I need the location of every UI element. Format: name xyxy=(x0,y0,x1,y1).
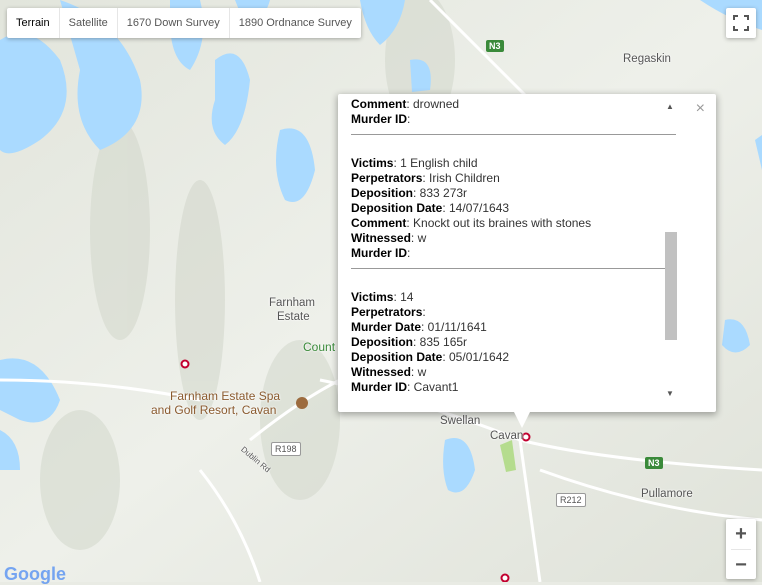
info-window-scrollbar[interactable]: ▲ ▼ xyxy=(664,102,677,398)
info-window: Comment: drowned Murder ID: Victims: 1 Eng… xyxy=(338,94,716,428)
road-shield-r198: R198 xyxy=(271,442,301,456)
record-line: Perpetrators: xyxy=(351,305,676,320)
record-line: Deposition Date: 05/01/1642 xyxy=(351,350,676,365)
place-label-regaskin: Regaskin xyxy=(623,53,671,65)
place-label-cavan: Cavan xyxy=(490,430,524,442)
scroll-up-icon[interactable]: ▲ xyxy=(666,102,674,111)
tab-terrain[interactable]: Terrain xyxy=(7,8,60,38)
map-type-control: Terrain Satellite 1670 Down Survey 1890 … xyxy=(7,8,361,38)
record-field-label: Witnessed xyxy=(351,365,411,379)
record-line: Comment: drowned xyxy=(351,97,676,112)
marker-1 xyxy=(180,359,190,369)
record-field-label: Murder ID xyxy=(351,380,408,394)
place-label-estate: Estate xyxy=(277,311,310,323)
record-field-value: : xyxy=(407,112,411,126)
place-label-farnham: Farnham xyxy=(269,297,316,309)
record-field-label: Comment xyxy=(351,216,407,230)
record-field-label: Perpetrators xyxy=(351,171,423,185)
tab-1890-ordnance-survey[interactable]: 1890 Ordnance Survey xyxy=(230,8,361,38)
record-field-label: Deposition xyxy=(351,186,413,200)
zoom-control: + − xyxy=(726,519,756,579)
record-field-label: Deposition Date xyxy=(351,350,443,364)
zoom-in-button[interactable]: + xyxy=(726,519,756,549)
road-shield-n3-top: N3 xyxy=(486,40,504,52)
record-line: Comment: Knockt out its braines with sto… xyxy=(351,216,676,231)
record-line: Murder ID: xyxy=(351,246,676,261)
record-field-label: Comment xyxy=(351,97,407,111)
record-field-value: : 01/11/1641 xyxy=(421,320,487,334)
record-field-value: : 833 273r xyxy=(413,186,468,200)
record-field-value: : 14/07/1643 xyxy=(442,201,510,215)
record-field-label: Victims xyxy=(351,290,394,304)
record-field-value: : Irish Children xyxy=(422,171,500,185)
fullscreen-icon xyxy=(733,15,749,31)
record-field-value: : 14 xyxy=(393,290,414,304)
fullscreen-button[interactable] xyxy=(726,8,756,38)
record-field-label: Perpetrators xyxy=(351,305,423,319)
record-field-label: Murder Date xyxy=(351,320,422,334)
record-field-label: Murder ID xyxy=(351,246,408,260)
record-divider xyxy=(351,134,676,135)
place-label-county: Count xyxy=(303,340,336,354)
marker-cavan xyxy=(521,432,531,442)
record-line: Witnessed: w xyxy=(351,365,676,380)
info-window-content[interactable]: Comment: drowned Murder ID: Victims: 1 Eng… xyxy=(351,97,676,399)
place-label-spa-1: Farnham Estate Spa xyxy=(170,389,281,403)
record-line: Deposition Date: 14/07/1643 xyxy=(351,201,676,216)
place-label-spa-2: and Golf Resort, Cavan xyxy=(151,403,277,417)
road-shield-n3-right: N3 xyxy=(645,457,663,469)
record-line: Murder Date: 01/11/1641 xyxy=(351,320,676,335)
info-window-tail xyxy=(514,412,530,428)
record-field-label: Victims xyxy=(351,156,394,170)
record-field-label: Deposition Date xyxy=(351,201,443,215)
tab-1670-down-survey[interactable]: 1670 Down Survey xyxy=(118,8,230,38)
zoom-out-button[interactable]: − xyxy=(726,550,756,580)
tab-satellite[interactable]: Satellite xyxy=(60,8,118,38)
record-field-value: : w xyxy=(410,231,427,245)
record-field-value: : drowned xyxy=(406,97,460,111)
marker-3 xyxy=(500,573,510,582)
record-divider xyxy=(351,268,676,269)
record-field-value: : w xyxy=(410,365,427,379)
spa-poi-icon xyxy=(296,397,308,409)
record-line: Victims: 14 xyxy=(351,290,676,305)
record-field-value: : Cavant1 xyxy=(407,380,459,394)
record-field-value: : 835 165r xyxy=(413,335,468,349)
road-shield-r212: R212 xyxy=(556,493,586,507)
record-field-label: Witnessed xyxy=(351,231,411,245)
record-line: Victims: 1 English child xyxy=(351,156,676,171)
record-field-value: : 1 English child xyxy=(393,156,478,170)
record-line: Perpetrators: Irish Children xyxy=(351,171,676,186)
close-icon[interactable]: × xyxy=(696,100,705,118)
record-field-value: : xyxy=(407,246,411,260)
record-line: Murder ID: Cavant1 xyxy=(351,380,676,395)
record-line: Deposition: 833 273r xyxy=(351,186,676,201)
record-field-value: : 05/01/1642 xyxy=(442,350,510,364)
record-field-label: Murder ID xyxy=(351,112,408,126)
scroll-down-icon[interactable]: ▼ xyxy=(666,389,674,398)
record-line: Murder ID: xyxy=(351,112,676,127)
record-line: Deposition: 835 165r xyxy=(351,335,676,350)
record-line: Witnessed: w xyxy=(351,231,676,246)
scroll-thumb[interactable] xyxy=(665,232,677,340)
record-field-value: : xyxy=(422,305,426,319)
place-label-pullamore: Pullamore xyxy=(641,488,693,500)
place-label-swellan: Swellan xyxy=(440,415,481,427)
record-field-label: Deposition xyxy=(351,335,413,349)
record-field-value: : Knockt out its braines with stones xyxy=(406,216,592,230)
